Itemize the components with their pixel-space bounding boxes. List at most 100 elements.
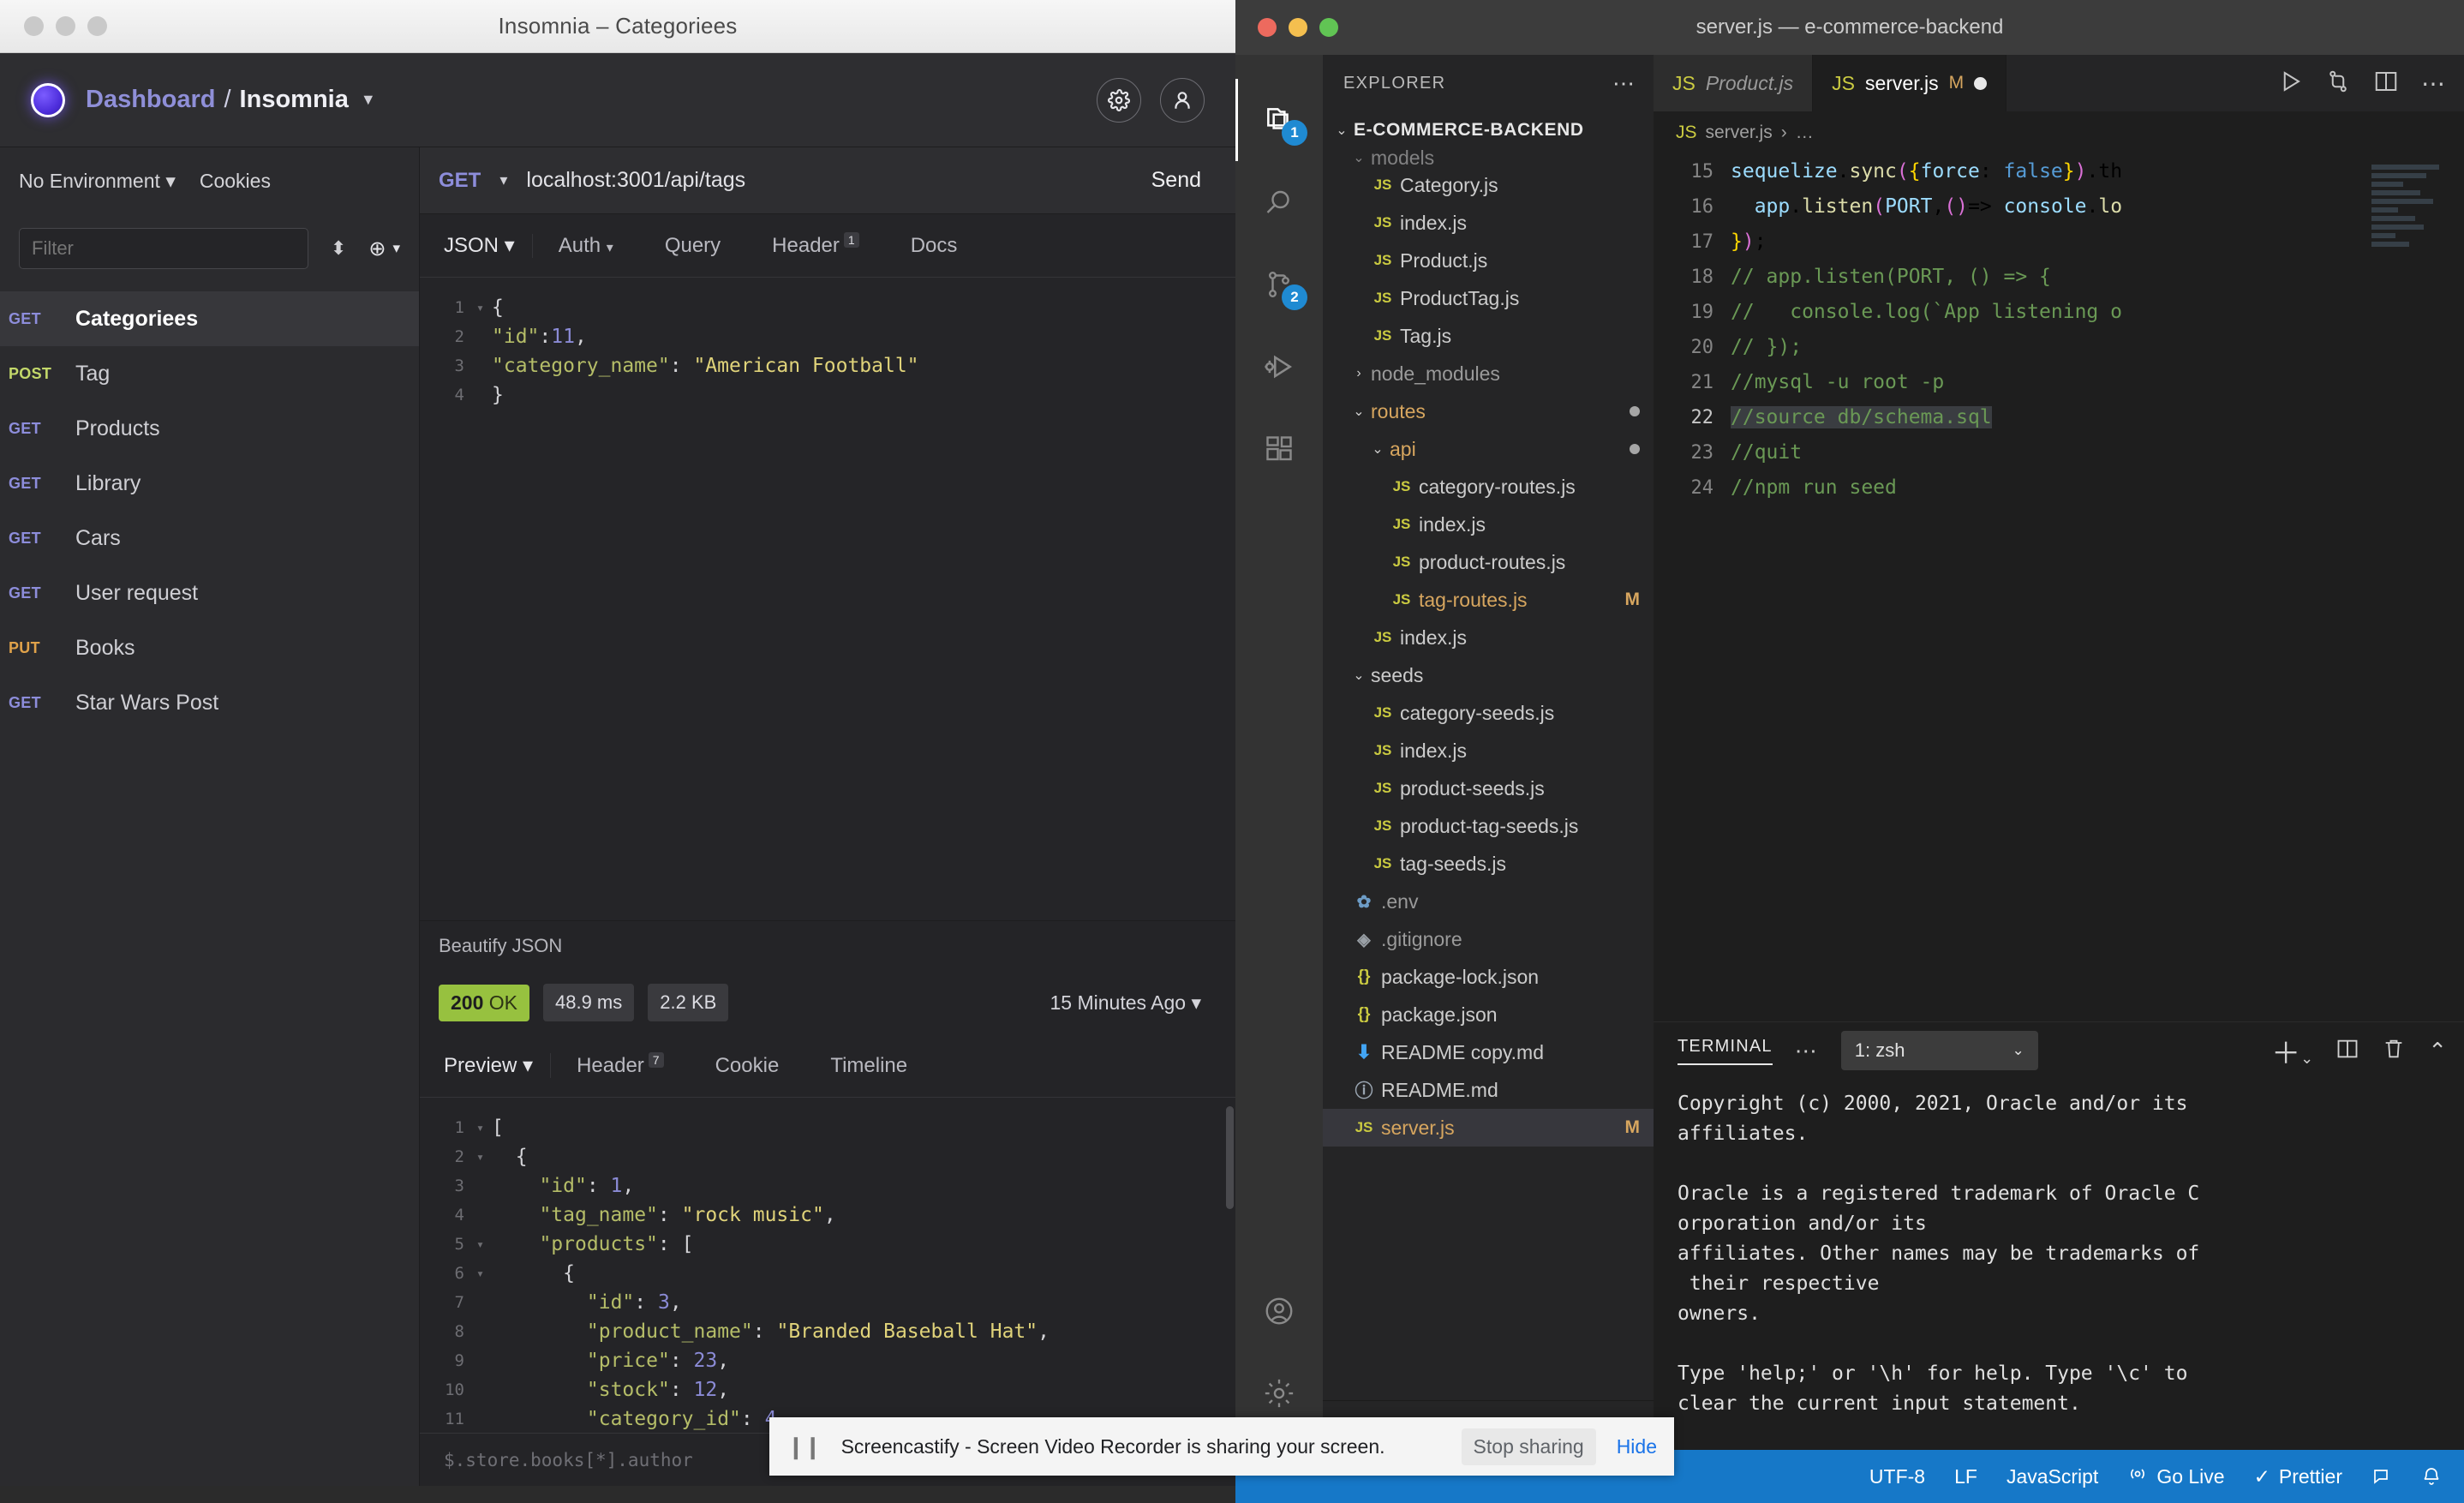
tree-folder-row[interactable]: ⌄ seeds [1323, 656, 1654, 694]
response-mode-selector[interactable]: Preview ▾ [420, 1053, 550, 1078]
tab-product-js[interactable]: JS Product.js [1654, 55, 1814, 111]
tree-file-row[interactable]: {} package.json [1323, 996, 1654, 1033]
tab-response-header[interactable]: Header 7 [550, 1052, 690, 1078]
status-feedback-icon[interactable] [2371, 1466, 2392, 1487]
response-timestamp[interactable]: 15 Minutes Ago ▾ [1050, 991, 1217, 1015]
tab-header[interactable]: Header 1 [746, 232, 885, 258]
source-control-compare-icon[interactable] [2325, 69, 2351, 99]
tree-file-row[interactable]: JS product-tag-seeds.js [1323, 807, 1654, 845]
settings-gear-button[interactable] [1097, 77, 1141, 123]
tree-folder-row[interactable]: › node_modules [1323, 355, 1654, 392]
tab-response-cookie[interactable]: Cookie [690, 1054, 805, 1078]
status-prettier[interactable]: ✓ Prettier [2254, 1465, 2342, 1488]
tree-file-row[interactable]: JS product-routes.js [1323, 543, 1654, 581]
response-scrollbar[interactable] [1226, 1106, 1234, 1209]
tree-file-row[interactable]: JS Tag.js [1323, 317, 1654, 355]
kill-terminal-icon[interactable] [2382, 1037, 2406, 1065]
tree-file-row[interactable]: ✿ .env [1323, 883, 1654, 920]
tree-file-row[interactable]: JS category-routes.js [1323, 468, 1654, 506]
request-list-item[interactable]: PUT Books [0, 620, 419, 675]
chevron-right-icon[interactable]: › [1347, 366, 1371, 381]
add-request-button[interactable]: ⊕ ▾ [368, 237, 400, 261]
breadcrumb-workspace[interactable]: Insomnia [240, 86, 349, 114]
tab-auth[interactable]: Auth ▾ [531, 233, 639, 258]
search-icon[interactable] [1235, 161, 1323, 243]
source-control-icon[interactable]: 2 [1235, 243, 1323, 326]
chevron-up-icon[interactable]: ⌃ [2428, 1038, 2447, 1064]
status-language[interactable]: JavaScript [2006, 1465, 2098, 1488]
request-list-item[interactable]: GET User request [0, 566, 419, 620]
status-notifications-bell-icon[interactable] [2421, 1466, 2442, 1487]
beautify-json-button[interactable]: Beautify JSON [420, 921, 1235, 971]
chevron-down-icon[interactable]: ⌄ [1347, 149, 1371, 166]
chevron-down-icon[interactable]: ⌄ [1366, 440, 1390, 458]
chevron-down-icon[interactable]: ⌄ [1347, 403, 1371, 420]
hide-notification-button[interactable]: Hide [1617, 1435, 1657, 1458]
cookies-button[interactable]: Cookies [200, 170, 271, 193]
accounts-icon[interactable] [1235, 1270, 1323, 1352]
request-list-item[interactable]: GET Products [0, 401, 419, 456]
pause-icon[interactable]: ❙❙ [786, 1434, 822, 1460]
chevron-down-icon[interactable]: ⌄ [1347, 667, 1371, 684]
tree-file-row[interactable]: JS index.js [1323, 204, 1654, 242]
send-button[interactable]: Send [1151, 168, 1217, 193]
sort-icon[interactable]: ⬍ [331, 237, 346, 260]
code-editor[interactable]: 15 sequelize.sync({force: false}).th 16 ap… [1654, 154, 2464, 1021]
request-list-item[interactable]: GET Cars [0, 511, 419, 566]
filter-input[interactable] [19, 228, 308, 269]
tree-file-row[interactable]: JS product-seeds.js [1323, 769, 1654, 807]
request-list-item[interactable]: GET Star Wars Post [0, 675, 419, 730]
tree-file-row[interactable]: ⬇ README copy.md [1323, 1033, 1654, 1071]
panel-more-actions-icon[interactable]: ⋯ [1795, 1038, 1819, 1064]
breadcrumb-rest[interactable]: … [1796, 123, 1814, 143]
status-go-live[interactable]: Go Live [2127, 1464, 2225, 1489]
body-type-selector[interactable]: JSON ▾ [420, 233, 532, 258]
tree-file-row[interactable]: JS index.js [1323, 619, 1654, 656]
tree-file-row[interactable]: JS Category.js [1323, 166, 1654, 204]
tree-folder-row[interactable]: ⌄ models [1323, 149, 1654, 166]
tree-file-row[interactable]: {} package-lock.json [1323, 958, 1654, 996]
tree-folder-row[interactable]: ⌄ routes [1323, 392, 1654, 430]
tree-file-row[interactable]: ⓘ README.md [1323, 1071, 1654, 1109]
fold-arrow-icon[interactable]: ▾ [476, 293, 492, 322]
files-explorer-icon[interactable]: 1 [1235, 79, 1323, 161]
stop-sharing-button[interactable]: Stop sharing [1461, 1428, 1596, 1465]
tree-file-row[interactable]: JS tag-seeds.js [1323, 845, 1654, 883]
run-icon[interactable] [2277, 69, 2303, 99]
terminal-selector[interactable]: 1: zsh ⌄ [1840, 1031, 2038, 1070]
tab-query[interactable]: Query [639, 234, 746, 258]
account-avatar-button[interactable] [1160, 77, 1205, 123]
extensions-icon[interactable] [1235, 408, 1323, 490]
tree-file-row[interactable]: ◈ .gitignore [1323, 920, 1654, 958]
request-list-item[interactable]: GET Categoriees [0, 291, 419, 346]
unsaved-dot-icon[interactable] [1974, 76, 1988, 90]
new-terminal-icon[interactable]: ＋⌄ [2271, 1030, 2313, 1072]
fold-arrow-icon[interactable]: ▾ [476, 1230, 492, 1259]
run-and-debug-icon[interactable] [1235, 326, 1323, 408]
tree-folder-row[interactable]: ⌄ api [1323, 430, 1654, 468]
tree-file-row[interactable]: JS server.js M [1323, 1109, 1654, 1147]
chevron-down-icon[interactable]: ▾ [499, 171, 507, 189]
fold-arrow-icon[interactable]: ▾ [476, 1113, 492, 1142]
request-body-editor[interactable]: 1 ▾{2 "id":11, 3 "category_name": "American … [420, 278, 1235, 920]
terminal-output[interactable]: Copyright (c) 2000, 2021, Oracle and/or … [1654, 1079, 2464, 1450]
explorer-more-actions-icon[interactable]: ⋯ [1612, 70, 1636, 97]
tab-docs[interactable]: Docs [885, 234, 984, 258]
status-encoding[interactable]: UTF-8 [1869, 1465, 1925, 1488]
http-method-selector[interactable]: GET [439, 169, 481, 193]
tree-file-row[interactable]: JS category-seeds.js [1323, 694, 1654, 732]
request-list-item[interactable]: GET Library [0, 456, 419, 511]
tree-file-row[interactable]: JS tag-routes.js M [1323, 581, 1654, 619]
breadcrumb-file[interactable]: server.js [1706, 123, 1773, 143]
more-actions-icon[interactable]: ⋯ [2421, 69, 2447, 98]
breadcrumb-dashboard[interactable]: Dashboard [86, 86, 215, 114]
split-terminal-icon[interactable] [2335, 1037, 2359, 1065]
tree-file-row[interactable]: JS ProductTag.js [1323, 279, 1654, 317]
environment-selector[interactable]: No Environment ▾ [19, 170, 176, 193]
project-root-row[interactable]: ⌄ E-COMMERCE-BACKEND [1323, 111, 1654, 149]
minimap[interactable] [2371, 161, 2450, 358]
chevron-down-icon[interactable]: ▼ [361, 91, 376, 109]
url-input[interactable]: localhost:3001/api/tags [526, 168, 745, 193]
tab-response-timeline[interactable]: Timeline [804, 1054, 933, 1078]
tree-file-row[interactable]: JS index.js [1323, 506, 1654, 543]
